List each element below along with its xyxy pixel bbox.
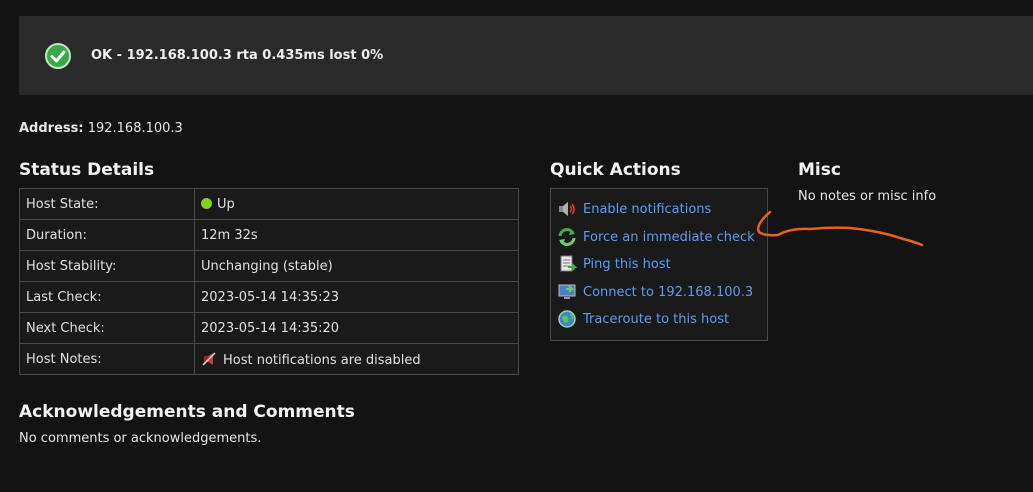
next-check-key: Next Check: — [19, 312, 195, 344]
force-check-action[interactable]: Force an immediate check — [557, 227, 755, 247]
address-line: Address: 192.168.100.3 — [19, 121, 183, 136]
table-row: Host Notes: Host notifications are disab… — [19, 343, 519, 375]
handwritten-annotation-arrow — [756, 210, 924, 247]
up-status-icon — [201, 197, 212, 209]
status-banner: OK - 192.168.100.3 rta 0.435ms lost 0% — [19, 16, 1033, 95]
ack-title: Acknowledgements and Comments — [19, 402, 355, 422]
host-state-key: Host State: — [19, 188, 195, 220]
host-state-value: Up — [217, 196, 235, 212]
status-details-table: Host State: Up Duration: 12m 32s Host St… — [19, 188, 519, 375]
traceroute-action[interactable]: Traceroute to this host — [557, 309, 729, 329]
monitor-icon — [558, 284, 576, 299]
table-row: Host State: Up — [19, 188, 519, 220]
next-check-value: 2023-05-14 14:35:20 — [194, 312, 519, 344]
status-details-title: Status Details — [19, 160, 155, 180]
host-notes-value: Host notifications are disabled — [223, 352, 421, 368]
host-state-cell: Up — [194, 188, 519, 220]
last-check-key: Last Check: — [19, 281, 195, 313]
globe-icon — [558, 310, 576, 328]
ping-host-action[interactable]: Ping this host — [557, 254, 671, 274]
notifications-disabled-icon — [202, 351, 216, 366]
connect-host-link[interactable]: Connect to 192.168.100.3 — [583, 285, 753, 300]
last-check-value: 2023-05-14 14:35:23 — [194, 281, 519, 313]
ping-host-link[interactable]: Ping this host — [583, 257, 671, 272]
quick-actions-box: Enable notifications Force an immediate … — [550, 188, 768, 341]
host-stability-value: Unchanging (stable) — [194, 250, 519, 282]
address-label: Address: — [19, 121, 84, 136]
ping-icon — [560, 255, 577, 272]
speaker-icon — [559, 202, 575, 216]
address-value: 192.168.100.3 — [87, 121, 183, 136]
enable-notifications-link[interactable]: Enable notifications — [583, 202, 711, 217]
table-row: Host Stability: Unchanging (stable) — [19, 250, 519, 282]
traceroute-link[interactable]: Traceroute to this host — [583, 312, 729, 327]
force-check-link[interactable]: Force an immediate check — [583, 230, 755, 245]
enable-notifications-action[interactable]: Enable notifications — [557, 199, 711, 219]
host-notes-cell: Host notifications are disabled — [194, 343, 519, 375]
host-stability-key: Host Stability: — [19, 250, 195, 282]
table-row: Duration: 12m 32s — [19, 219, 519, 251]
table-row: Next Check: 2023-05-14 14:35:20 — [19, 312, 519, 344]
ok-check-icon — [45, 42, 71, 69]
misc-title: Misc — [798, 160, 841, 180]
duration-value: 12m 32s — [194, 219, 519, 251]
duration-key: Duration: — [19, 219, 195, 251]
ack-text: No comments or acknowledgements. — [19, 431, 262, 446]
connect-host-action[interactable]: Connect to 192.168.100.3 — [557, 282, 753, 302]
quick-actions-title: Quick Actions — [550, 160, 681, 180]
refresh-icon — [558, 228, 576, 246]
misc-text: No notes or misc info — [798, 189, 937, 204]
host-notes-key: Host Notes: — [19, 343, 195, 375]
status-text: OK - 192.168.100.3 rta 0.435ms lost 0% — [91, 48, 384, 63]
table-row: Last Check: 2023-05-14 14:35:23 — [19, 281, 519, 313]
